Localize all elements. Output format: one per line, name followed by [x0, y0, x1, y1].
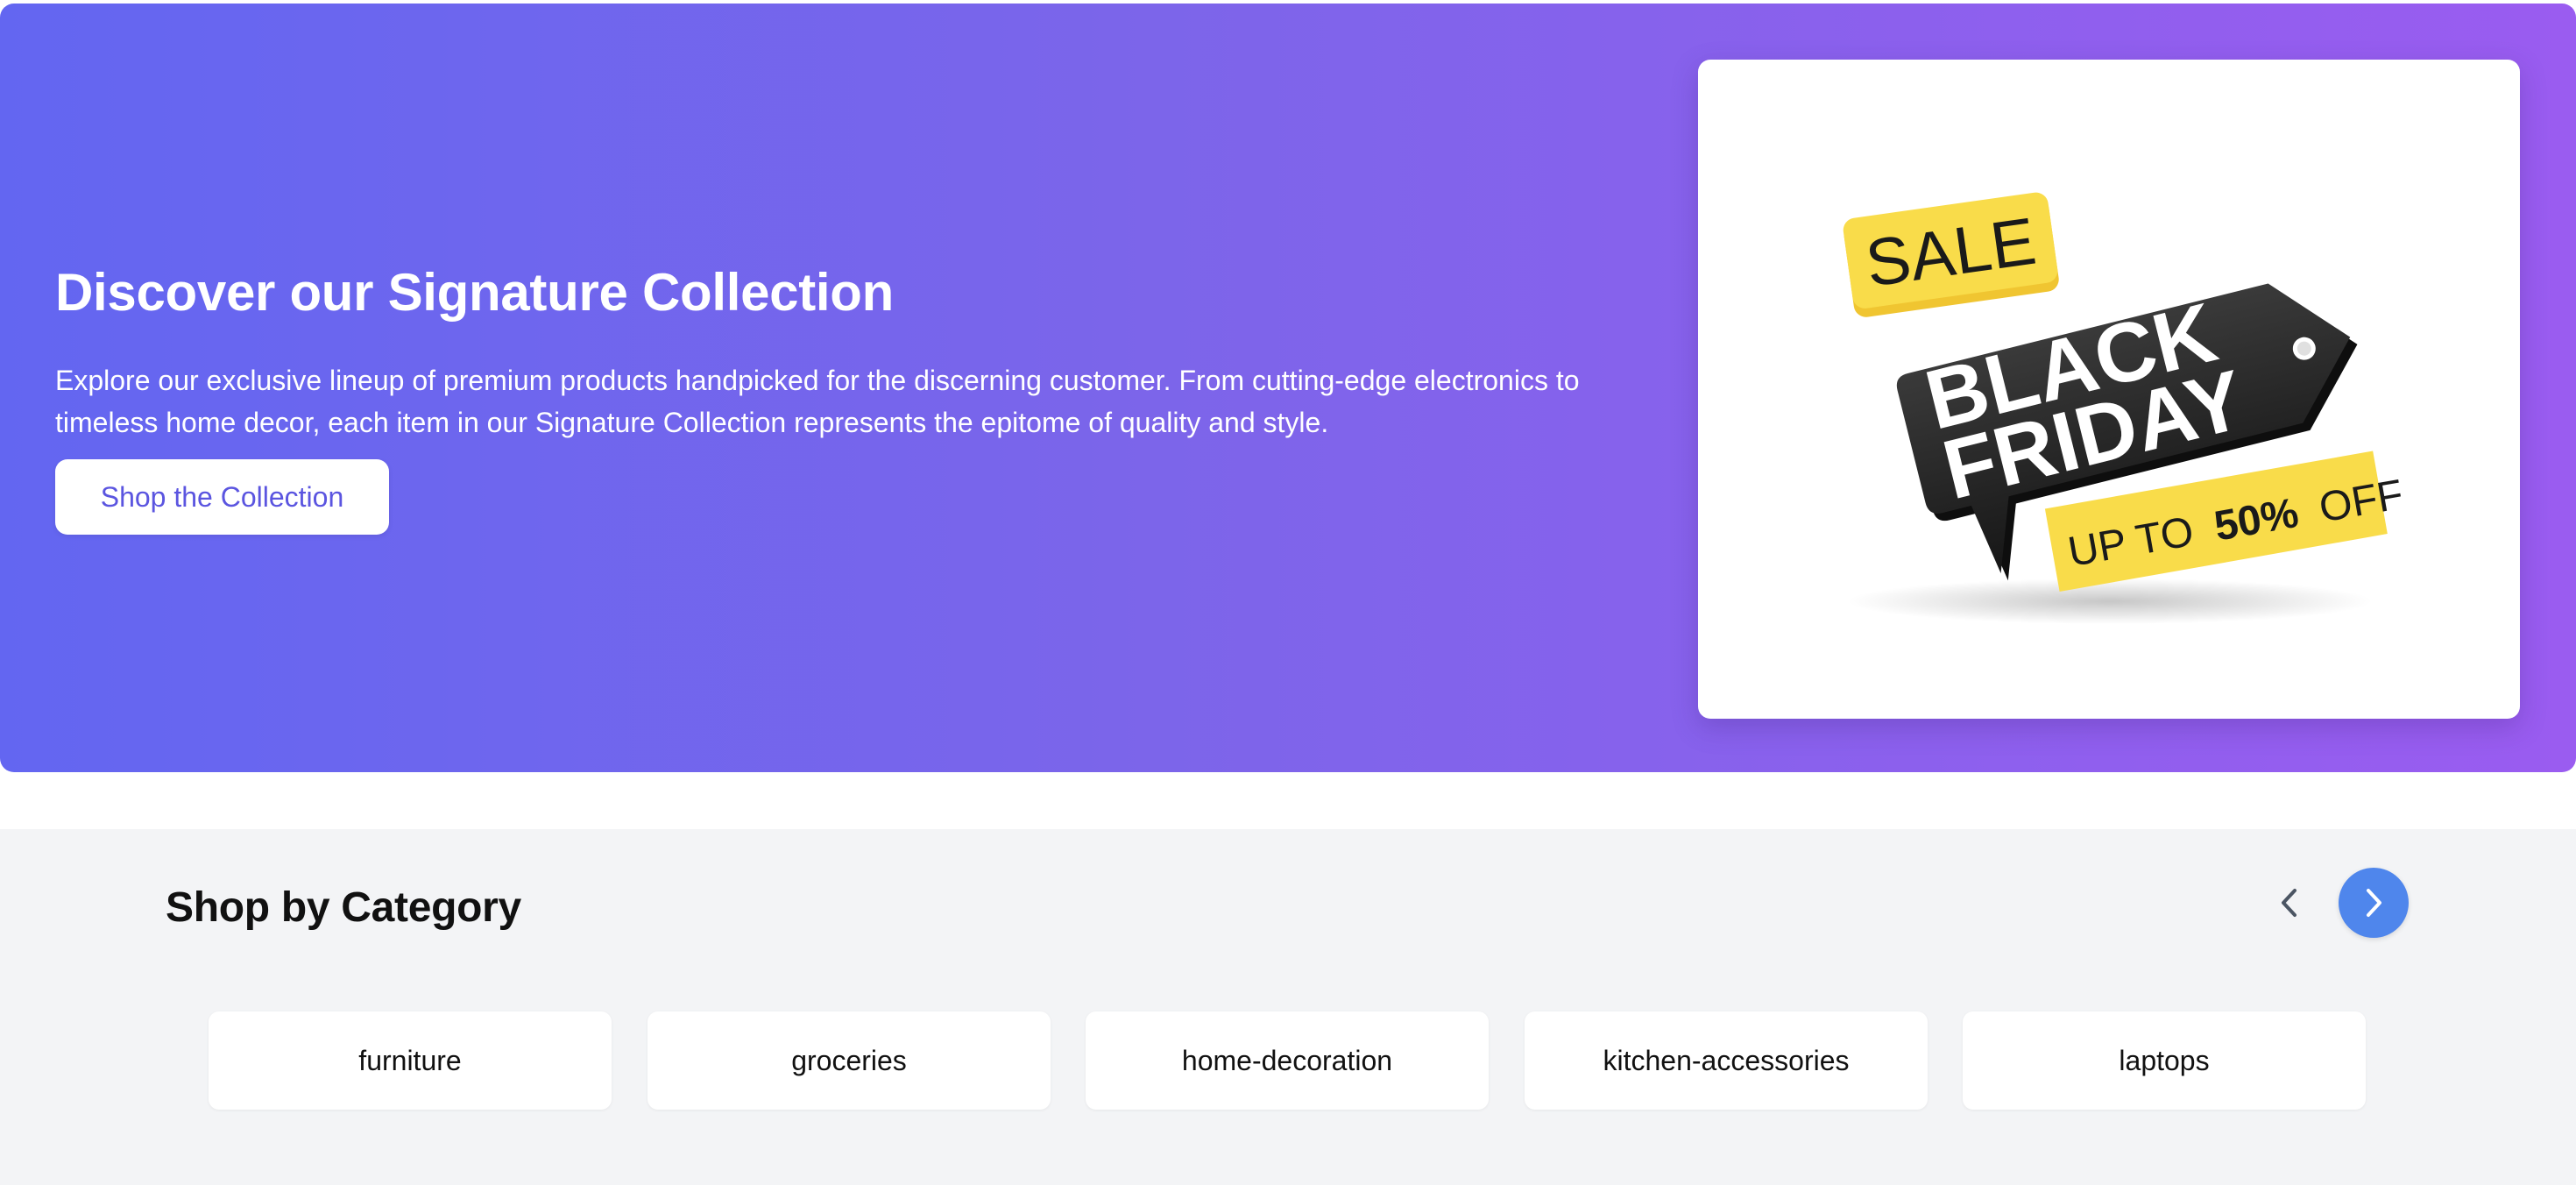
category-label: laptops — [2119, 1044, 2210, 1076]
category-label: home-decoration — [1181, 1044, 1393, 1076]
category-list: furniture groceries home-decoration kitc… — [209, 1011, 2367, 1110]
hero-title: Discover our Signature Collection — [55, 263, 894, 322]
shop-collection-button[interactable]: Shop the Collection — [55, 459, 389, 535]
hero-banner: Discover our Signature Collection Explor… — [0, 4, 2576, 772]
category-label: kitchen-accessories — [1603, 1044, 1850, 1076]
category-card-home-decoration[interactable]: home-decoration — [1086, 1011, 1489, 1110]
category-label: furniture — [358, 1044, 462, 1076]
category-card-groceries[interactable]: groceries — [648, 1011, 1051, 1110]
carousel-next-button[interactable] — [2339, 868, 2409, 938]
category-card-laptops[interactable]: laptops — [1963, 1011, 2366, 1110]
section-title: Shop by Category — [166, 884, 521, 931]
category-card-kitchen-accessories[interactable]: kitchen-accessories — [1525, 1011, 1928, 1110]
chevron-right-icon — [2367, 889, 2381, 917]
promo-image-card: SALE BLACK FRIDAY UP TO 50% OFF — [1698, 60, 2520, 719]
category-label: groceries — [791, 1044, 907, 1076]
hero-text-block: Discover our Signature Collection Explor… — [55, 258, 1650, 443]
black-friday-sale-image: SALE BLACK FRIDAY UP TO 50% OFF — [1843, 192, 2407, 624]
carousel-prev-button[interactable] — [2261, 875, 2318, 931]
category-card-furniture[interactable]: furniture — [209, 1011, 612, 1110]
hero-description: Explore our exclusive lineup of premium … — [55, 365, 1580, 438]
shop-by-category-section: Shop by Category furniture groceries hom… — [0, 829, 2576, 1185]
chevron-left-icon — [2282, 889, 2296, 917]
